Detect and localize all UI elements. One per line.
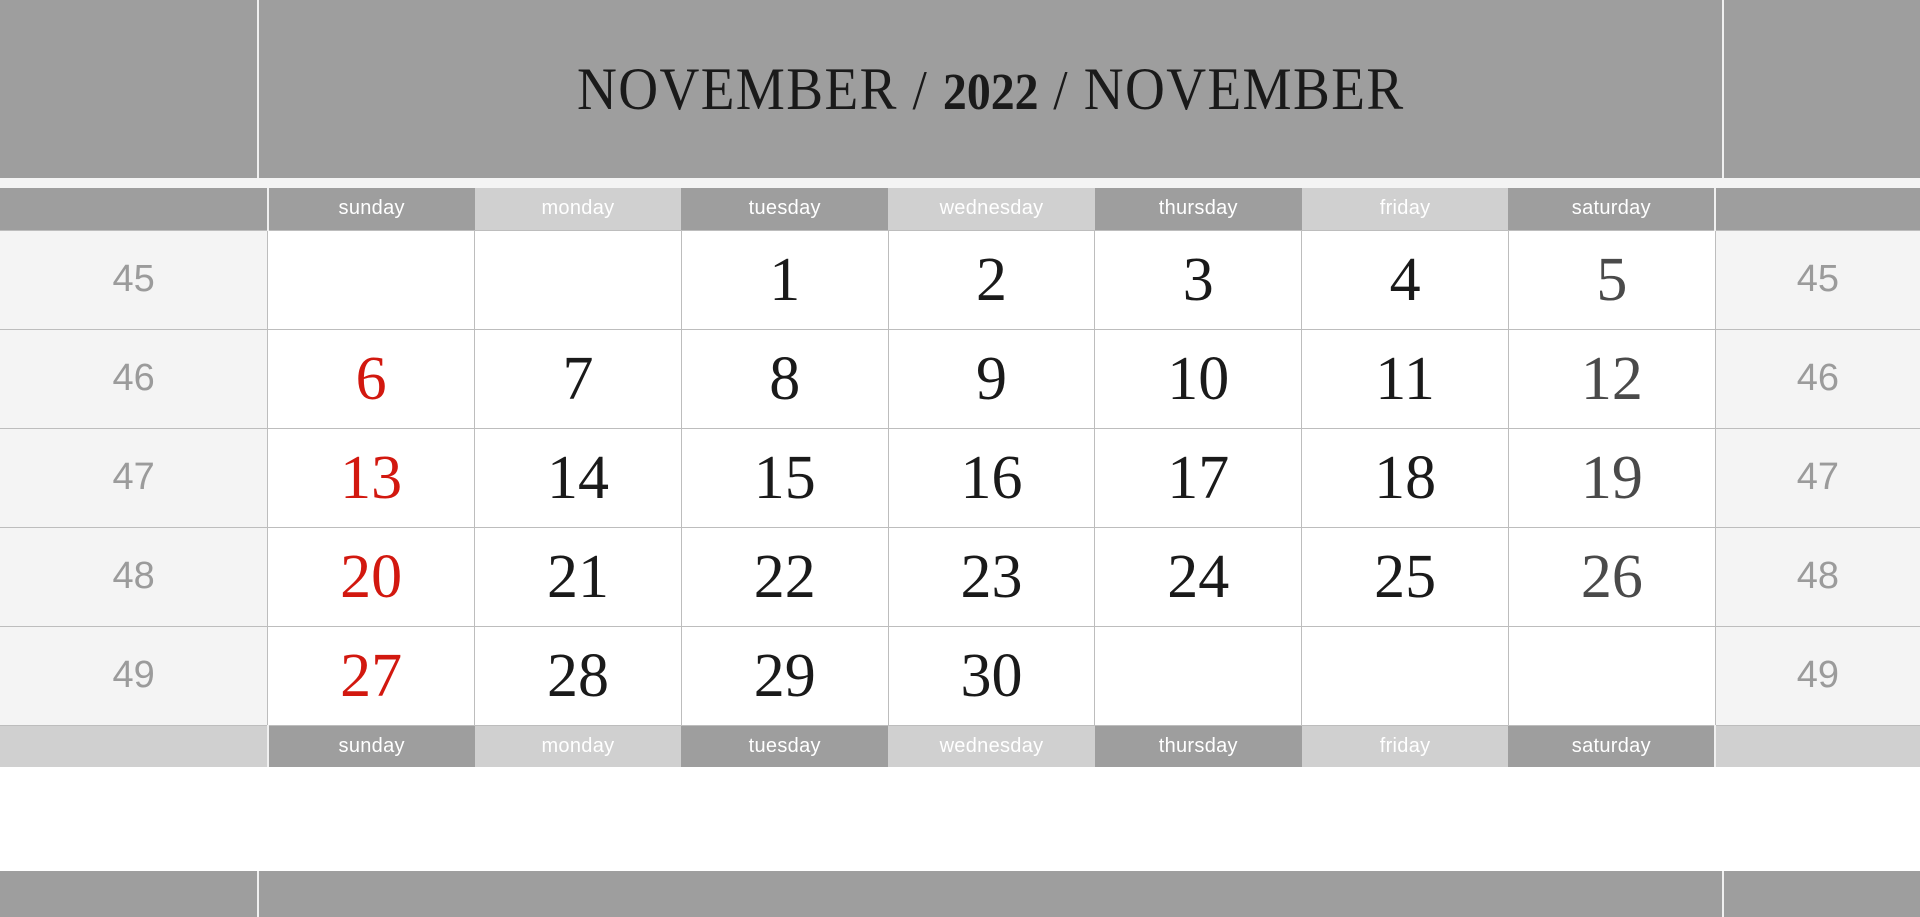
page-title: NOVEMBER / 2022 / NOVEMBER [577, 55, 1405, 124]
weekday-header-sunday-top: sunday [266, 188, 475, 230]
day-cell-7[interactable]: 7 [474, 328, 682, 429]
weekday-header-sunday-bottom: sunday [266, 725, 475, 767]
calendar-grid: sunday monday tuesday wednesday thursday… [0, 188, 1920, 767]
weekday-header-friday-bottom: friday [1301, 725, 1509, 767]
day-cell-empty[interactable] [1507, 625, 1716, 726]
weekday-header-left-spacer-top [0, 188, 268, 230]
week-number-left-49: 49 [0, 625, 269, 726]
week-number-right-45: 45 [1714, 229, 1920, 330]
weekday-header-saturday-bottom: saturday [1508, 725, 1716, 767]
day-cell-27[interactable]: 27 [267, 625, 476, 726]
weekday-header-row-bottom: sunday monday tuesday wednesday thursday… [0, 725, 1920, 767]
bottom-band-center [259, 871, 1722, 917]
day-cell-5[interactable]: 5 [1507, 229, 1716, 330]
title-band-center: NOVEMBER / 2022 / NOVEMBER [259, 0, 1722, 178]
weekday-header-right-spacer-top [1714, 188, 1920, 230]
weekday-header-tuesday-top: tuesday [681, 188, 889, 230]
week-number-right-47: 47 [1714, 427, 1920, 528]
table-row: 47 13 14 15 16 17 18 19 47 [0, 427, 1920, 528]
weekday-header-left-spacer-bottom [0, 725, 268, 767]
weekday-header-row-top: sunday monday tuesday wednesday thursday… [0, 188, 1920, 230]
week-number-right-49: 49 [1714, 625, 1920, 726]
day-cell-26[interactable]: 26 [1507, 526, 1716, 627]
day-cell-15[interactable]: 15 [680, 427, 889, 528]
weekday-header-right-spacer-bottom [1714, 725, 1920, 767]
day-cell-1[interactable]: 1 [680, 229, 889, 330]
day-cell-2[interactable]: 2 [887, 229, 1096, 330]
week-number-right-48: 48 [1714, 526, 1920, 627]
day-cell-29[interactable]: 29 [680, 625, 889, 726]
week-number-left-47: 47 [0, 427, 269, 528]
day-cell-19[interactable]: 19 [1507, 427, 1716, 528]
table-row: 49 27 28 29 30 49 [0, 625, 1920, 726]
day-cell-empty[interactable] [1301, 625, 1509, 726]
header-gap-strip [0, 178, 1920, 188]
day-cell-18[interactable]: 18 [1301, 427, 1509, 528]
table-row: 48 20 21 22 23 24 25 26 48 [0, 526, 1920, 627]
day-cell-22[interactable]: 22 [680, 526, 889, 627]
weekday-header-thursday-bottom: thursday [1094, 725, 1302, 767]
weekday-header-thursday-top: thursday [1094, 188, 1302, 230]
day-cell-23[interactable]: 23 [887, 526, 1096, 627]
day-cell-12[interactable]: 12 [1507, 328, 1716, 429]
day-cell-10[interactable]: 10 [1094, 328, 1303, 429]
week-number-left-48: 48 [0, 526, 269, 627]
week-number-right-46: 46 [1714, 328, 1920, 429]
weekday-header-friday-top: friday [1301, 188, 1509, 230]
day-cell-20[interactable]: 20 [267, 526, 476, 627]
day-cell-28[interactable]: 28 [474, 625, 682, 726]
bottom-band [0, 871, 1920, 917]
day-cell-17[interactable]: 17 [1094, 427, 1303, 528]
weekday-header-monday-bottom: monday [474, 725, 682, 767]
day-cell-16[interactable]: 16 [887, 427, 1096, 528]
weekday-header-wednesday-top: wednesday [888, 188, 1095, 230]
title-separator-left: / [912, 59, 928, 122]
day-cell-13[interactable]: 13 [267, 427, 476, 528]
day-cell-3[interactable]: 3 [1094, 229, 1303, 330]
day-cell-empty[interactable] [267, 229, 476, 330]
day-cell-11[interactable]: 11 [1301, 328, 1509, 429]
table-row: 46 6 7 8 9 10 11 12 46 [0, 328, 1920, 429]
title-month-left: NOVEMBER [576, 55, 898, 122]
day-cell-4[interactable]: 4 [1301, 229, 1509, 330]
bottom-band-right-spacer [1722, 871, 1920, 917]
day-cell-9[interactable]: 9 [887, 328, 1096, 429]
day-cell-empty[interactable] [1094, 625, 1303, 726]
day-cell-24[interactable]: 24 [1094, 526, 1303, 627]
weekday-header-wednesday-bottom: wednesday [888, 725, 1095, 767]
weekday-header-monday-top: monday [474, 188, 682, 230]
day-cell-21[interactable]: 21 [474, 526, 682, 627]
day-cell-6[interactable]: 6 [267, 328, 476, 429]
week-number-left-46: 46 [0, 328, 269, 429]
day-cell-8[interactable]: 8 [680, 328, 889, 429]
title-band-left-spacer [0, 0, 259, 178]
title-band: NOVEMBER / 2022 / NOVEMBER [0, 0, 1920, 178]
day-cell-14[interactable]: 14 [474, 427, 682, 528]
day-cell-25[interactable]: 25 [1301, 526, 1509, 627]
title-year: 2022 [942, 63, 1039, 121]
weekday-header-tuesday-bottom: tuesday [681, 725, 889, 767]
table-row: 45 1 2 3 4 5 45 [0, 229, 1920, 330]
day-cell-30[interactable]: 30 [887, 625, 1096, 726]
title-band-right-spacer [1722, 0, 1920, 178]
title-month-right: NOVEMBER [1083, 55, 1405, 122]
weekday-header-saturday-top: saturday [1508, 188, 1716, 230]
calendar-page: NOVEMBER / 2022 / NOVEMBER sunday monday… [0, 0, 1920, 917]
week-number-left-45: 45 [0, 229, 269, 330]
title-separator-right: / [1053, 59, 1069, 122]
bottom-band-left-spacer [0, 871, 259, 917]
day-cell-empty[interactable] [474, 229, 682, 330]
